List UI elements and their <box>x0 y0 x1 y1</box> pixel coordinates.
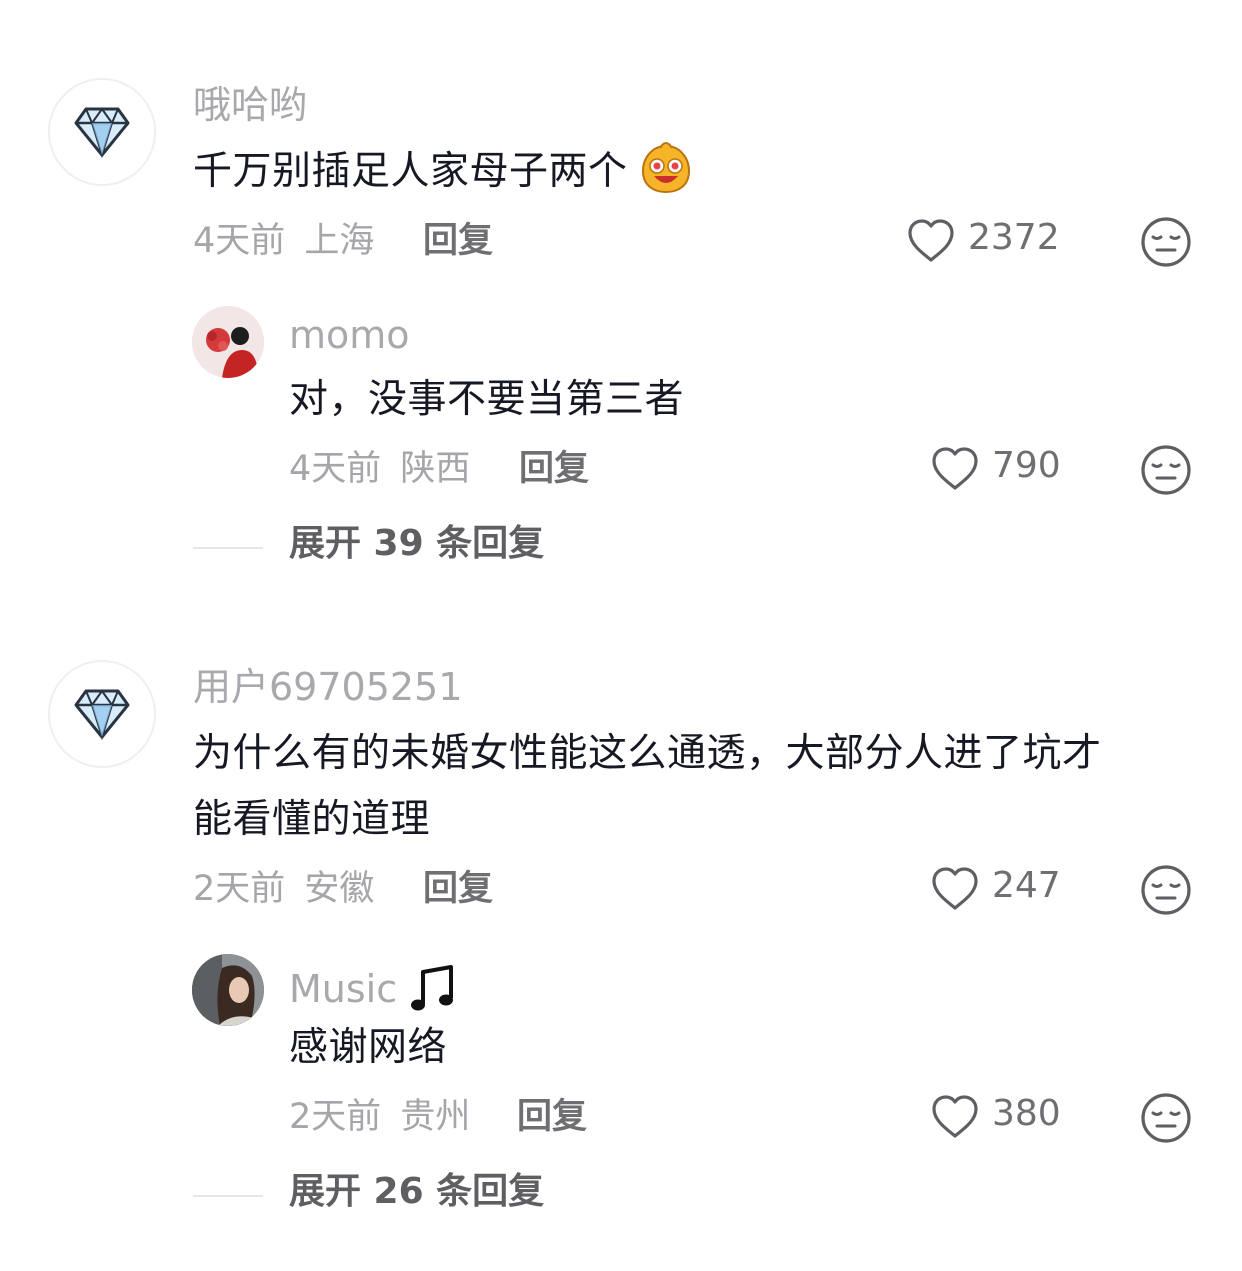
heart-icon <box>908 219 954 262</box>
reply-avatar[interactable] <box>192 306 264 378</box>
reply-button[interactable]: 回复 <box>519 452 589 487</box>
heart-icon <box>932 1095 978 1138</box>
comment-username[interactable]: 哦哈哟 <box>193 86 307 124</box>
music-note-icon <box>411 965 454 1011</box>
like-button[interactable] <box>930 1094 980 1140</box>
comment-text-line: 为什么有的未婚女性能这么通透，大部分人进了坑才 <box>193 731 1102 776</box>
like-count: 380 <box>992 1093 1061 1134</box>
meh-face-icon <box>1141 445 1191 495</box>
meh-face-icon <box>1141 217 1191 267</box>
comment-meta: 2天前 安徽 <box>193 872 374 907</box>
comment-text-content: 千万别插足人家母子两个 <box>193 149 628 194</box>
reply-text: 感谢网络 <box>289 1025 448 1070</box>
reply-meta: 2天前 贵州 <box>289 1100 470 1135</box>
avatar-image <box>192 306 264 378</box>
comment-time: 4天前 <box>193 221 286 261</box>
comment-location: 安徽 <box>304 869 375 909</box>
reply-username-text: Music <box>289 967 398 1011</box>
like-count: 790 <box>992 445 1061 486</box>
comment-avatar[interactable] <box>48 78 156 186</box>
reply-username[interactable]: Music <box>289 964 457 1014</box>
comment-text-line: 能看懂的道理 <box>193 797 431 842</box>
comment-location: 上海 <box>304 221 375 261</box>
comment-time: 2天前 <box>193 869 286 909</box>
diamond-icon <box>74 107 130 158</box>
reply-time: 4天前 <box>289 449 382 489</box>
avatar-image <box>192 954 264 1026</box>
reply-location: 贵州 <box>400 1097 471 1137</box>
comment-username[interactable]: 用户69705251 <box>193 668 462 706</box>
like-button[interactable] <box>906 218 956 264</box>
comment-text: 千万别插足人家母子两个 <box>193 140 692 204</box>
diamond-icon <box>74 689 130 740</box>
expand-replies-button[interactable]: 展开 39 条回复 <box>289 526 544 562</box>
like-count: 247 <box>992 865 1061 906</box>
dislike-button[interactable] <box>1140 444 1192 496</box>
reply-time: 2天前 <box>289 1097 382 1137</box>
reply-location: 陕西 <box>400 449 471 489</box>
comment-avatar[interactable] <box>48 660 156 768</box>
like-button[interactable] <box>930 446 980 492</box>
dislike-button[interactable] <box>1140 864 1192 916</box>
reply-button[interactable]: 回复 <box>423 224 493 259</box>
reply-button[interactable]: 回复 <box>517 1100 587 1135</box>
reply-meta: 4天前 陕西 <box>289 452 470 487</box>
expand-replies-button[interactable]: 展开 26 条回复 <box>289 1174 544 1210</box>
like-count: 2372 <box>968 217 1060 258</box>
meh-face-icon <box>1141 865 1191 915</box>
comment-meta: 4天前 上海 <box>193 224 374 259</box>
reply-username[interactable]: momo <box>289 316 410 354</box>
smiley-emoji-icon <box>642 142 691 194</box>
expand-divider <box>193 1195 263 1197</box>
like-button[interactable] <box>930 866 980 912</box>
reply-button[interactable]: 回复 <box>423 872 493 907</box>
dislike-button[interactable] <box>1140 1092 1192 1144</box>
expand-divider <box>193 547 263 549</box>
meh-face-icon <box>1141 1093 1191 1143</box>
reply-avatar[interactable] <box>192 954 264 1026</box>
heart-icon <box>932 867 978 910</box>
reply-text: 对，没事不要当第三者 <box>289 377 685 422</box>
heart-icon <box>932 447 978 490</box>
dislike-button[interactable] <box>1140 216 1192 268</box>
